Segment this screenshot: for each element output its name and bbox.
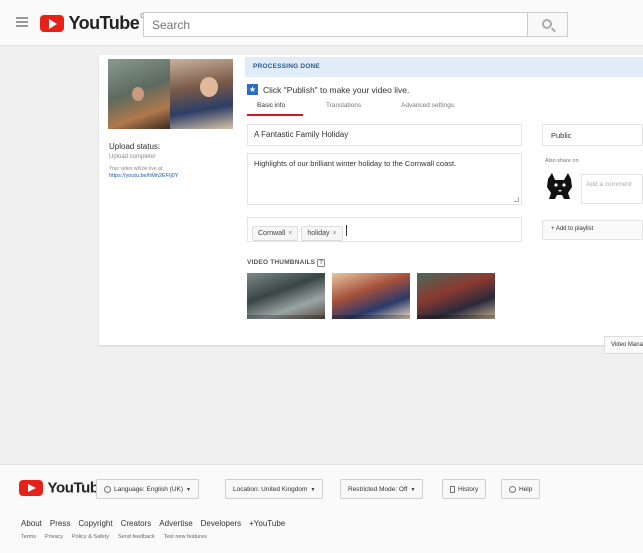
- tab-translations[interactable]: Translations: [326, 102, 361, 109]
- video-manager-button[interactable]: Video Manager: [604, 336, 643, 354]
- remove-tag-icon[interactable]: ×: [288, 230, 292, 237]
- tag-chip: Cornwall ×: [252, 226, 299, 241]
- language-icon: [104, 486, 111, 493]
- upload-status-heading: Upload status:: [109, 142, 161, 151]
- footer-link[interactable]: Developers: [201, 519, 241, 528]
- upload-card: Upload status: Upload complete! Your vid…: [99, 55, 643, 345]
- footer-link[interactable]: Test new features: [164, 534, 207, 540]
- search-button[interactable]: [528, 12, 568, 37]
- privacy-select[interactable]: Public: [542, 124, 643, 146]
- star-icon: ★: [247, 84, 258, 96]
- publish-hint: ★ Click "Publish" to make your video live…: [247, 84, 410, 96]
- location-button[interactable]: Location: United Kingdom ▼: [225, 479, 324, 499]
- thumbnail-option[interactable]: [247, 273, 325, 319]
- youtube-logo[interactable]: YouTubeGB: [40, 13, 150, 33]
- footer-link[interactable]: Creators: [121, 519, 152, 528]
- footer-link[interactable]: Policy & Safety: [72, 534, 109, 540]
- thumbnails-label: VIDEO THUMBNAILS?: [247, 259, 326, 267]
- video-preview: [108, 59, 233, 129]
- footer-secondary-links: Terms Privacy Policy & Safety Send feedback…: [21, 534, 216, 540]
- details-tabs: Basic info Translations Advanced setting…: [247, 99, 537, 117]
- footer-link[interactable]: About: [21, 519, 42, 528]
- hourglass-icon: [450, 486, 455, 493]
- footer-link[interactable]: Send feedback: [118, 534, 155, 540]
- play-icon: [19, 479, 43, 496]
- footer-link[interactable]: Press: [50, 519, 70, 528]
- footer-link[interactable]: Advertise: [159, 519, 192, 528]
- history-button[interactable]: History: [442, 479, 487, 499]
- play-icon: [40, 15, 64, 32]
- tag-chip: holiday ×: [301, 226, 343, 241]
- video-link[interactable]: https://youtu.be/hMn2EFIj0Y: [109, 173, 234, 179]
- search-box: [143, 12, 528, 37]
- processing-banner: PROCESSING DONE: [245, 57, 643, 77]
- tab-basic-info[interactable]: Basic info: [257, 102, 285, 109]
- dog-avatar-icon: [547, 173, 572, 199]
- tags-field[interactable]: Cornwall × holiday ×: [247, 217, 522, 242]
- help-icon: [509, 486, 516, 493]
- resize-handle[interactable]: [514, 197, 519, 202]
- footer-youtube-logo[interactable]: YouTube: [19, 479, 107, 497]
- masthead: YouTubeGB: [0, 0, 643, 46]
- search-input[interactable]: [144, 13, 527, 36]
- description-field[interactable]: Highlights of our brilliant winter holid…: [247, 153, 522, 205]
- search-icon: [542, 19, 552, 29]
- title-field[interactable]: A Fantastic Family Holiday: [247, 124, 522, 146]
- footer-link[interactable]: Terms: [21, 534, 36, 540]
- restricted-mode-button[interactable]: Restricted Mode: Off ▼: [340, 479, 424, 499]
- thumbnail-option[interactable]: [417, 273, 495, 319]
- footer-links: About Press Copyright Creators Advertise Deve…: [21, 519, 293, 528]
- footer: YouTube Language: English (UK) ▼ Location…: [0, 464, 643, 553]
- video-link-label: Your video will be live at:: [109, 166, 164, 172]
- upload-status: Upload status: Upload complete! Your vid…: [109, 142, 234, 179]
- active-tab-indicator: [247, 114, 303, 116]
- footer-link[interactable]: +YouTube: [249, 519, 285, 528]
- chevron-down-icon: ▼: [310, 487, 316, 493]
- also-share-label: Also share on: [545, 158, 579, 164]
- footer-link[interactable]: Copyright: [78, 519, 112, 528]
- text-cursor: [345, 225, 347, 237]
- tab-advanced-settings[interactable]: Advanced settings: [401, 102, 454, 109]
- footer-link[interactable]: Privacy: [45, 534, 63, 540]
- share-comment-input[interactable]: Add a comment: [581, 174, 643, 204]
- chevron-down-icon: ▼: [410, 487, 416, 493]
- thumbnail-option[interactable]: [332, 273, 410, 319]
- help-icon[interactable]: ?: [317, 259, 326, 267]
- upload-status-text: Upload complete!: [109, 154, 156, 160]
- chevron-down-icon: ▼: [186, 487, 191, 494]
- add-to-playlist-button[interactable]: + Add to playlist: [542, 220, 643, 240]
- menu-icon[interactable]: [16, 17, 28, 27]
- remove-tag-icon[interactable]: ×: [333, 230, 337, 237]
- language-button[interactable]: Language: English (UK) ▼: [96, 479, 199, 499]
- help-button[interactable]: Help: [501, 479, 541, 499]
